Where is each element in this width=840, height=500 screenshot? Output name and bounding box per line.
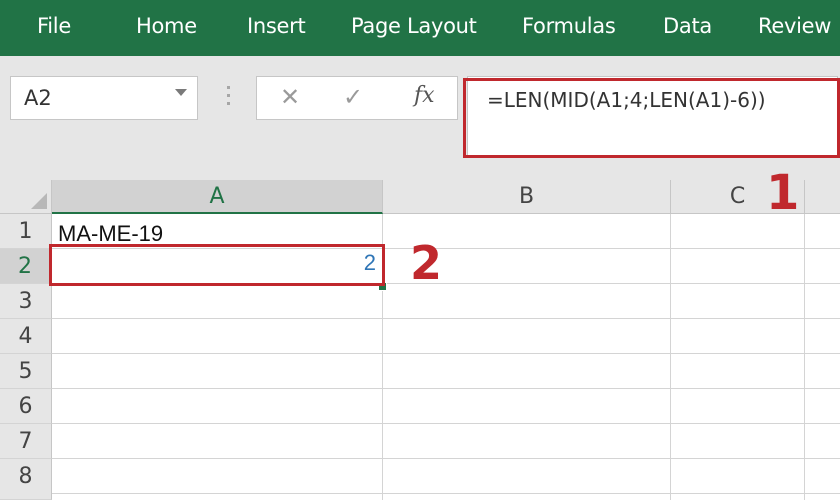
annotation-marker-2: 2 [410, 236, 443, 290]
spreadsheet-grid: A B C 1 2 3 4 5 6 7 8 MA-ME-19 2 [0, 180, 840, 500]
gridline [52, 423, 840, 424]
gridline [52, 493, 840, 494]
gridline [52, 318, 840, 319]
ribbon-tab-bar: File Home Insert Page Layout Formulas Da… [0, 0, 840, 56]
select-all-icon [31, 193, 47, 209]
tab-insert[interactable]: Insert [247, 14, 306, 38]
formula-highlight-box [463, 78, 840, 158]
tab-file[interactable]: File [37, 14, 71, 38]
check-icon[interactable]: ✓ [343, 83, 363, 112]
row-header-7[interactable]: 7 [0, 424, 52, 459]
gridline [804, 214, 805, 500]
tab-page-layout[interactable]: Page Layout [351, 14, 477, 38]
formula-buttons: ✕ ✓ fx [256, 76, 458, 120]
row-header-4[interactable]: 4 [0, 319, 52, 354]
annotation-marker-1: 1 [766, 165, 800, 221]
gridline [52, 353, 840, 354]
select-all-button[interactable] [0, 180, 52, 214]
column-header-next[interactable] [805, 180, 840, 214]
tab-data[interactable]: Data [663, 14, 712, 38]
chevron-down-icon[interactable] [175, 89, 187, 96]
drag-handle-icon[interactable] [227, 86, 231, 112]
tab-review[interactable]: Review [758, 14, 831, 38]
column-header-b[interactable]: B [383, 180, 671, 214]
row-header-3[interactable]: 3 [0, 284, 52, 319]
function-icon[interactable]: fx [414, 83, 435, 108]
row-header-1[interactable]: 1 [0, 214, 52, 249]
row-header-5[interactable]: 5 [0, 354, 52, 389]
column-header-a[interactable]: A [52, 180, 383, 214]
tab-formulas[interactable]: Formulas [522, 14, 616, 38]
row-header-8[interactable]: 8 [0, 459, 52, 500]
name-box-value: A2 [24, 86, 52, 110]
gridline [670, 214, 671, 500]
row-header-6[interactable]: 6 [0, 389, 52, 424]
name-box[interactable]: A2 [10, 76, 198, 120]
gridline [52, 458, 840, 459]
row-header-2[interactable]: 2 [0, 249, 52, 284]
cell-highlight-box [49, 244, 385, 286]
tab-home[interactable]: Home [136, 14, 197, 38]
close-icon[interactable]: ✕ [280, 83, 300, 112]
gridline [52, 388, 840, 389]
